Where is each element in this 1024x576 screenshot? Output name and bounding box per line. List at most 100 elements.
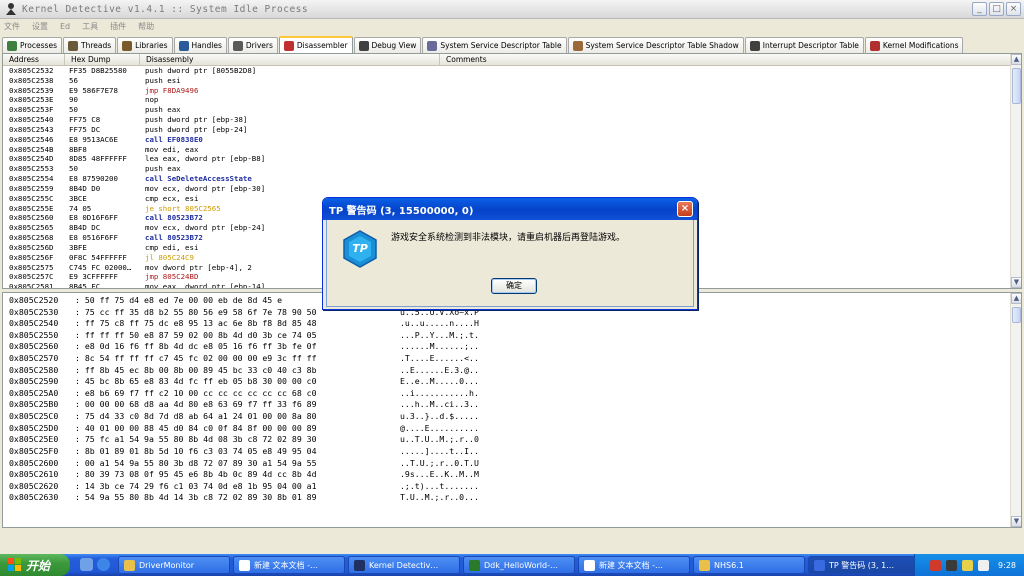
disassembly-scrollbar[interactable]: ▲ ▼ [1010, 54, 1021, 288]
hex-row[interactable]: 0x805C2590: 45 bc 8b 65 e8 83 4d fc ff e… [9, 376, 520, 388]
table-row[interactable]: 0x805C2538 56 push esi [3, 76, 1011, 86]
menu-help[interactable]: 帮助 [138, 21, 154, 32]
hex-ascii: E..e..M.....0... [400, 376, 479, 387]
tab-disassembler[interactable]: Disassembler [278, 36, 353, 53]
column-address[interactable]: Address [3, 54, 65, 65]
taskbar-button[interactable]: Ddk_HelloWorld-… [463, 556, 575, 574]
menu-file[interactable]: 文件 [4, 21, 20, 32]
taskbar-button[interactable]: Kernel Detectiv… [348, 556, 460, 574]
cell-address: 0x805C2568 [9, 233, 54, 243]
hex-row[interactable]: 0x805C2600: 00 a1 54 9a 55 80 3b d8 72 0… [9, 458, 520, 470]
tray-app-icon[interactable] [930, 559, 942, 571]
close-button[interactable]: × [1006, 2, 1021, 16]
ok-button[interactable]: 确定 [491, 278, 537, 294]
table-row[interactable]: 0x805C254B 8BF8 mov edi, eax [3, 145, 1011, 155]
cell-hex: 8BF8 [69, 144, 87, 154]
hex-row[interactable]: 0x805C2550: ff ff ff 50 e8 87 59 02 00 8… [9, 330, 520, 342]
hex-bytes: : 40 01 00 00 88 45 d0 84 c0 0f 84 8f 00… [75, 422, 317, 433]
table-row[interactable]: 0x805C2539 E9 586F7E78 jmp F8DA9496 [3, 86, 1011, 96]
handles-icon [178, 40, 189, 51]
tab-debug-view[interactable]: Debug View [353, 37, 422, 53]
tab-system-service-descriptor-table-shadow[interactable]: System Service Descriptor Table Shadow [567, 37, 744, 53]
scroll-thumb[interactable] [1012, 68, 1021, 104]
column-disassembly[interactable]: Disassembly [140, 54, 440, 65]
tab-processes[interactable]: Processes [2, 37, 62, 53]
taskbar-label: Ddk_HelloWorld-… [484, 560, 558, 570]
cell-disassembly: push dword ptr [8055B2D8] [145, 66, 257, 75]
scroll-up-icon[interactable]: ▲ [1011, 54, 1021, 65]
column-comments[interactable]: Comments [440, 54, 1011, 65]
table-row[interactable]: 0x805C253F 50 push eax [3, 105, 1011, 115]
menu-edit[interactable]: Ed [60, 22, 70, 31]
table-row[interactable]: 0x805C2543 FF75 DC push dword ptr [ebp-24] [3, 125, 1011, 135]
tray-app-icon[interactable] [962, 559, 974, 571]
browser-icon[interactable] [97, 558, 110, 571]
hex-row[interactable]: 0x805C2540: ff 75 c8 ff 75 dc e8 95 13 a… [9, 318, 520, 330]
tab-libraries[interactable]: Libraries [117, 37, 173, 53]
tab-label: Disassembler [296, 41, 348, 50]
table-row[interactable]: 0x805C2546 E8 9513AC6E call EF0838E0 [3, 135, 1011, 145]
tray-volume-icon[interactable] [978, 559, 990, 571]
hex-ascii: .T....E......<.. [400, 353, 479, 364]
hex-row[interactable]: 0x805C2630: 54 9a 55 80 8b 4d 14 3b c8 7… [9, 492, 520, 504]
taskbar-button[interactable]: NHS6.1 [693, 556, 805, 574]
hex-address: 0x805C2530 [9, 306, 59, 317]
cell-disassembly: push dword ptr [ebp-24] [145, 124, 248, 134]
driver-icon [232, 40, 243, 51]
scroll-down-icon[interactable]: ▼ [1011, 277, 1021, 288]
table-row[interactable]: 0x805C254D 8D85 48FFFFFF lea eax, dword pt… [3, 154, 1011, 164]
hex-dump-panel[interactable]: 0x805C2520: 50 ff 75 d4 e8 ed 7e 00 00 e… [2, 292, 1022, 528]
table-row[interactable]: 0x805C2553 50 push eax [3, 164, 1011, 174]
taskbar-button[interactable]: 新建 文本文档 -… [578, 556, 690, 574]
hex-row[interactable]: 0x805C25D0: 40 01 00 00 88 45 d0 84 c0 0… [9, 423, 520, 435]
tab-drivers[interactable]: Drivers [227, 37, 278, 53]
hex-row[interactable]: 0x805C2620: 14 3b ce 74 29 f6 c1 03 74 0… [9, 481, 520, 493]
hex-row[interactable]: 0x805C2560: e8 0d 16 f6 ff 8b 4d dc e8 0… [9, 341, 520, 353]
tab-handles[interactable]: Handles [173, 37, 227, 53]
maximize-button[interactable]: □ [989, 2, 1004, 16]
title-bar[interactable]: Kernel Detective v1.4.1 :: System Idle P… [0, 0, 1024, 19]
dialog-title-bar[interactable]: TP 警告码 (3, 15500000, 0) [323, 198, 697, 220]
hex-row[interactable]: 0x805C25C0: 75 d4 33 c0 8d 7d d8 ab 64 a… [9, 411, 520, 423]
hex-row[interactable]: 0x805C25B0: 00 00 00 68 d8 aa 4d 80 e8 6… [9, 399, 520, 411]
menu-tools[interactable]: 工具 [82, 21, 98, 32]
table-row[interactable]: 0x805C2540 FF75 C8 push dword ptr [ebp-38] [3, 115, 1011, 125]
hex-bytes: : 00 00 00 68 d8 aa 4d 80 e8 63 69 f7 ff… [75, 399, 317, 410]
menu-settings[interactable]: 设置 [32, 21, 48, 32]
hex-address: 0x805C2630 [9, 492, 59, 503]
start-button[interactable]: 开始 [0, 554, 70, 576]
hex-row[interactable]: 0x805C2580: ff 8b 45 ec 8b 00 8b 00 89 4… [9, 365, 520, 377]
tab-interrupt-descriptor-table[interactable]: Interrupt Descriptor Table [744, 37, 864, 53]
scroll-down-icon[interactable]: ▼ [1011, 516, 1021, 527]
scroll-thumb[interactable] [1012, 307, 1021, 323]
hex-address: 0x805C25E0 [9, 434, 59, 445]
hex-row[interactable]: 0x805C2570: 8c 54 ff ff ff c7 45 fc 02 0… [9, 353, 520, 365]
table-row[interactable]: 0x805C2532 FF35 D8B25580 push dword ptr [8… [3, 66, 1011, 76]
table-row[interactable]: 0x805C2554 E8 87590200 call SeDeleteAccess… [3, 174, 1011, 184]
column-hex-dump[interactable]: Hex Dump [65, 54, 140, 65]
hex-row[interactable]: 0x805C2610: 80 39 73 08 0f 95 45 e6 8b 4… [9, 469, 520, 481]
show-desktop-icon[interactable] [80, 558, 93, 571]
minimize-button[interactable]: _ [972, 2, 987, 16]
tab-threads[interactable]: Threads [62, 37, 117, 53]
hex-row[interactable]: 0x805C25F0: 8b 01 89 01 8b 5d 10 f6 c3 0… [9, 446, 520, 458]
menu-plugins[interactable]: 插件 [110, 21, 126, 32]
hex-dump-scrollbar[interactable]: ▲ ▼ [1010, 293, 1021, 527]
scroll-up-icon[interactable]: ▲ [1011, 293, 1021, 304]
table-row[interactable]: 0x805C253E 90 nop [3, 95, 1011, 105]
hex-row[interactable]: 0x805C25E0: 75 fc a1 54 9a 55 80 8b 4d 0… [9, 434, 520, 446]
cell-hex: E8 87590200 [69, 174, 118, 184]
table-row[interactable]: 0x805C2559 8B4D D0 mov ecx, dword ptr [ebp… [3, 184, 1011, 194]
tab-system-service-descriptor-table[interactable]: System Service Descriptor Table [422, 37, 567, 53]
taskbar-button[interactable]: DriverMonitor [118, 556, 230, 574]
tab-label: Handles [191, 41, 222, 50]
taskbar-button[interactable]: TP 警告码 (3, 1… [808, 556, 920, 574]
tab-kernel-modifications[interactable]: Kernel Modifications [864, 37, 964, 53]
cell-address: 0x805C2543 [9, 124, 54, 134]
wrench-icon [427, 40, 438, 51]
hex-row[interactable]: 0x805C25A0: e8 b6 69 f7 ff c2 10 00 cc c… [9, 388, 520, 400]
dialog-close-button[interactable]: × [677, 201, 693, 217]
tray-app-icon[interactable] [946, 559, 958, 571]
taskbar-button[interactable]: 新建 文本文档 -… [233, 556, 345, 574]
hex-address: 0x805C2590 [9, 376, 59, 387]
